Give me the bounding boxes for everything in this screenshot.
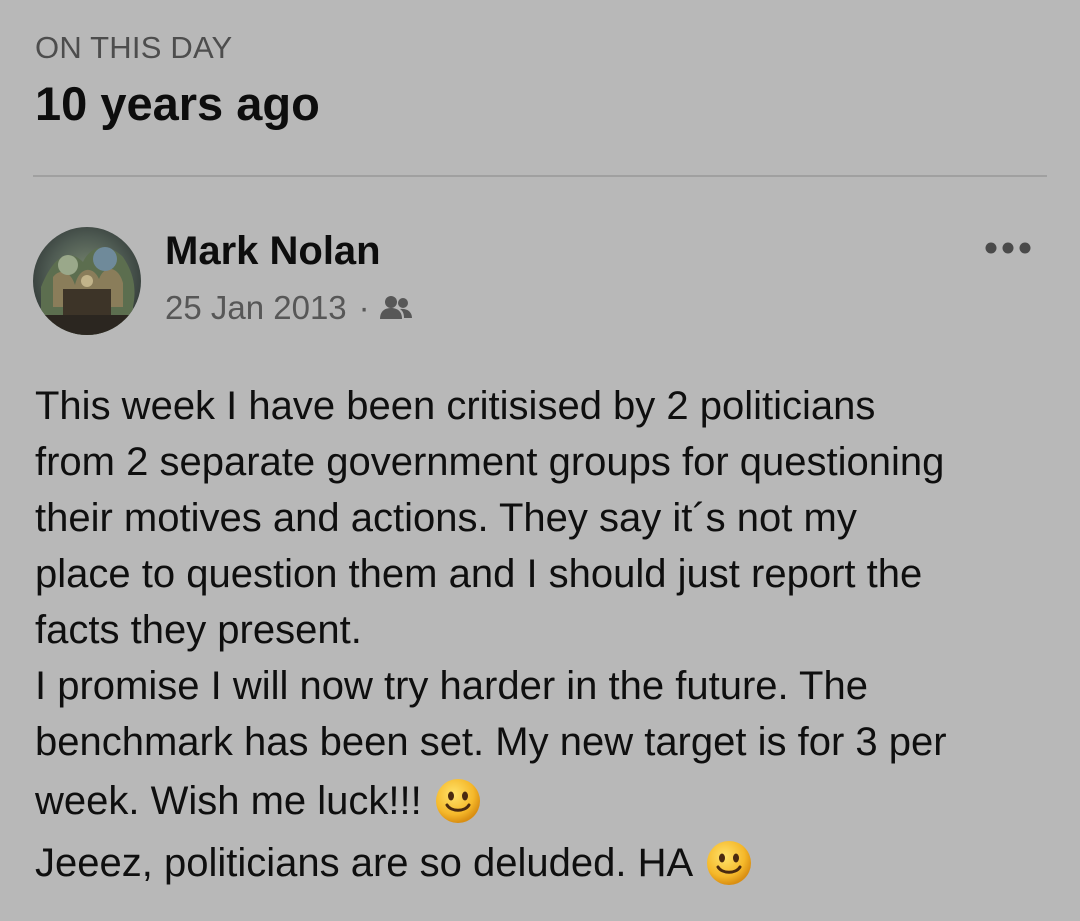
post-line: their motives and actions. They say it´s…	[35, 496, 857, 540]
section-title: 10 years ago	[35, 77, 320, 130]
post-line-text: Jeeez, politicians are so deluded. HA	[35, 841, 694, 885]
slightly-smiling-face-emoji-icon	[705, 839, 753, 887]
friends-icon[interactable]	[379, 295, 413, 321]
post-line: place to question them and I should just…	[35, 552, 923, 596]
divider	[33, 175, 1047, 177]
post-line: I promise I will now try harder in the f…	[35, 664, 868, 708]
post-line-with-emoji: week. Wish me luck!!!	[35, 770, 1055, 832]
post-line-with-emoji: Jeeez, politicians are so deluded. HA	[35, 832, 1055, 894]
post-line: facts they present.	[35, 608, 362, 652]
section-label: ON THIS DAY	[35, 30, 233, 65]
avatar-image	[33, 227, 141, 335]
author-name[interactable]: Mark Nolan	[165, 229, 381, 274]
post-line: benchmark has been set. My new target is…	[35, 720, 947, 764]
slightly-smiling-face-emoji-icon	[434, 777, 482, 825]
post-date[interactable]: 25 Jan 2013	[165, 289, 347, 327]
meta-separator: ·	[358, 289, 370, 326]
more-options-icon	[985, 242, 1031, 254]
post-line: from 2 separate government groups for qu…	[35, 440, 945, 484]
more-options-button[interactable]	[980, 230, 1036, 266]
post-line-text: week. Wish me luck!!!	[35, 779, 422, 823]
post-body: This week I have been critisised by 2 po…	[35, 378, 1055, 894]
post-line: This week I have been critisised by 2 po…	[35, 384, 876, 428]
post-meta: 25 Jan 2013 ·	[165, 288, 413, 328]
avatar[interactable]	[33, 227, 141, 335]
